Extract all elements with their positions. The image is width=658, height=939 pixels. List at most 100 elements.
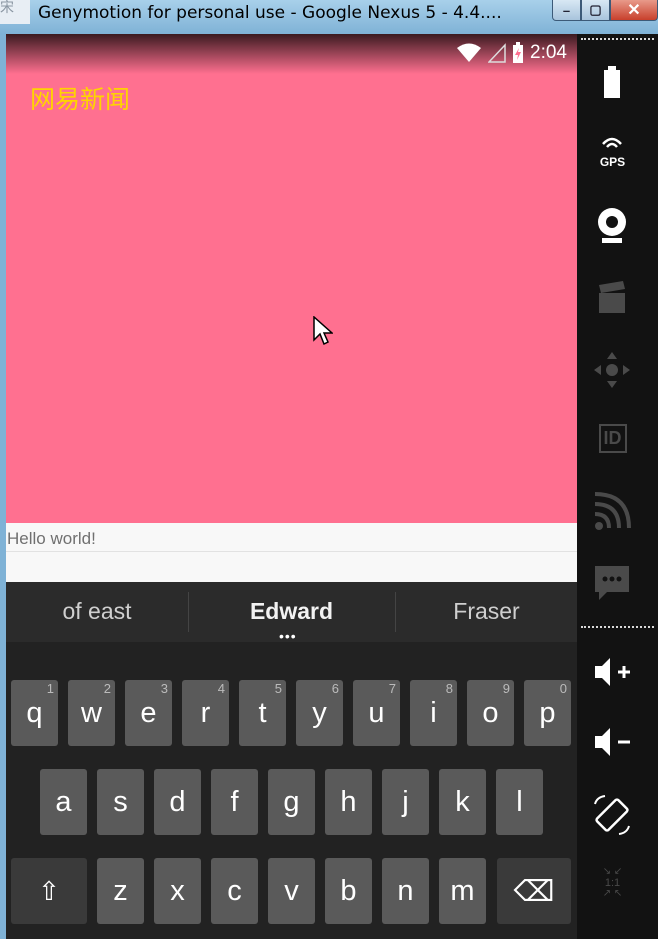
volume-down-icon[interactable] <box>577 722 648 762</box>
window-title: Genymotion for personal use - Google Nex… <box>38 3 502 23</box>
suggestion-left[interactable]: of east <box>6 598 188 625</box>
app-title: 网易新闻 <box>30 85 131 114</box>
key-label: h <box>340 785 357 818</box>
key-label: m <box>450 874 475 907</box>
key-number-hint: 6 <box>331 681 339 696</box>
key-h[interactable]: h <box>325 769 372 835</box>
rotate-icon[interactable] <box>577 794 648 838</box>
key-z[interactable]: z <box>97 858 144 924</box>
key-m[interactable]: m <box>439 858 486 924</box>
maximize-button[interactable]: ▢ <box>581 0 610 21</box>
key-number-hint: 5 <box>274 681 282 696</box>
more-suggestions-indicator: ••• <box>279 628 297 644</box>
key-n[interactable]: n <box>382 858 429 924</box>
pixel-perfect-widget[interactable]: ↘ ↙ 1:1 ↗ ↖ <box>577 867 648 899</box>
suggestion-center[interactable]: Edward <box>189 598 394 625</box>
sms-icon[interactable] <box>577 564 648 604</box>
key-e[interactable]: e3 <box>125 680 172 746</box>
minimize-icon: – <box>562 2 571 18</box>
key-number-hint: 0 <box>559 681 567 696</box>
key-f[interactable]: f <box>211 769 258 835</box>
key-g[interactable]: g <box>268 769 315 835</box>
battery-icon[interactable] <box>577 64 648 104</box>
genymotion-sidebar: GPS ID ↘ ↙ 1:1 ↗ ↖ <box>577 34 658 939</box>
close-button[interactable]: ✕ <box>610 0 658 21</box>
gps-widget[interactable]: GPS <box>577 134 648 169</box>
mouse-cursor-icon <box>313 316 333 346</box>
key-label: f <box>230 785 239 818</box>
device-id-widget[interactable]: ID <box>577 424 648 453</box>
key-label: a <box>55 785 72 818</box>
delete-key[interactable]: ⌫ <box>497 858 571 924</box>
key-x[interactable]: x <box>154 858 201 924</box>
key-number-hint: 9 <box>502 681 510 696</box>
key-q[interactable]: q1 <box>11 680 58 746</box>
status-time: 2:04 <box>530 42 567 63</box>
key-label: c <box>227 874 242 907</box>
key-d[interactable]: d <box>154 769 201 835</box>
suggestion-strip: of east Edward Fraser ••• <box>6 582 577 644</box>
corner-arrows-icon: ↘ ↙ <box>602 866 623 877</box>
key-label: o <box>482 696 499 729</box>
key-number-hint: 8 <box>445 681 453 696</box>
key-r[interactable]: r4 <box>182 680 229 746</box>
key-k[interactable]: k <box>439 769 486 835</box>
app-icon-glyph: 宋 <box>0 0 14 15</box>
key-number-hint: 3 <box>160 681 168 696</box>
key-b[interactable]: b <box>325 858 372 924</box>
key-label: i <box>430 696 437 729</box>
key-number-hint: 1 <box>46 681 54 696</box>
key-i[interactable]: i8 <box>410 680 457 746</box>
text-input-value: Hello world! <box>7 529 96 548</box>
webcam-icon[interactable] <box>577 204 648 246</box>
video-capture-icon[interactable] <box>577 279 648 317</box>
volume-up-icon[interactable] <box>577 652 648 692</box>
dpad-icon[interactable] <box>577 350 648 390</box>
maximize-icon: ▢ <box>589 2 602 17</box>
key-j[interactable]: j <box>382 769 429 835</box>
close-icon: ✕ <box>627 2 641 19</box>
input-underline <box>6 551 577 552</box>
soft-keyboard: of east Edward Fraser ••• q1 w2 e3 r4 t5… <box>6 582 577 939</box>
cast-icon[interactable] <box>577 492 648 532</box>
device-screen[interactable]: 2:04 网易新闻 Hello world! of east Edward Fr… <box>6 34 577 939</box>
key-number-hint: 4 <box>217 681 225 696</box>
suggestion-right[interactable]: Fraser <box>396 598 577 625</box>
shift-icon: ⇧ <box>38 875 60 906</box>
battery-charging-icon <box>513 42 524 63</box>
key-label: q <box>26 696 43 729</box>
key-c[interactable]: c <box>211 858 258 924</box>
corner-arrows-icon: ↗ ↖ <box>602 888 623 899</box>
shift-key[interactable]: ⇧ <box>11 858 87 924</box>
key-t[interactable]: t5 <box>239 680 286 746</box>
key-p[interactable]: p0 <box>524 680 571 746</box>
sidebar-divider <box>581 38 654 40</box>
key-label: n <box>397 874 414 907</box>
gps-icon <box>602 137 622 148</box>
window-controls: – ▢ ✕ <box>552 0 658 21</box>
key-label: d <box>169 785 186 818</box>
key-label: w <box>81 696 102 729</box>
key-label: x <box>170 874 185 907</box>
key-label: g <box>283 785 300 818</box>
key-label: p <box>539 696 556 729</box>
window-titlebar: 宋 Genymotion for personal use - Google N… <box>0 0 658 34</box>
status-bar: 2:04 <box>6 34 577 74</box>
key-label: v <box>284 874 299 907</box>
key-y[interactable]: y6 <box>296 680 343 746</box>
key-a[interactable]: a <box>40 769 87 835</box>
key-u[interactable]: u7 <box>353 680 400 746</box>
key-s[interactable]: s <box>97 769 144 835</box>
key-label: k <box>455 785 470 818</box>
key-o[interactable]: o9 <box>467 680 514 746</box>
key-l[interactable]: l <box>496 769 543 835</box>
sidebar-divider <box>581 626 654 628</box>
text-input[interactable]: Hello world! <box>6 523 577 582</box>
key-v[interactable]: v <box>268 858 315 924</box>
minimize-button[interactable]: – <box>552 0 581 21</box>
key-number-hint: 7 <box>388 681 396 696</box>
key-label: u <box>368 696 385 729</box>
key-label: e <box>140 696 157 729</box>
key-label: j <box>402 785 409 818</box>
key-w[interactable]: w2 <box>68 680 115 746</box>
